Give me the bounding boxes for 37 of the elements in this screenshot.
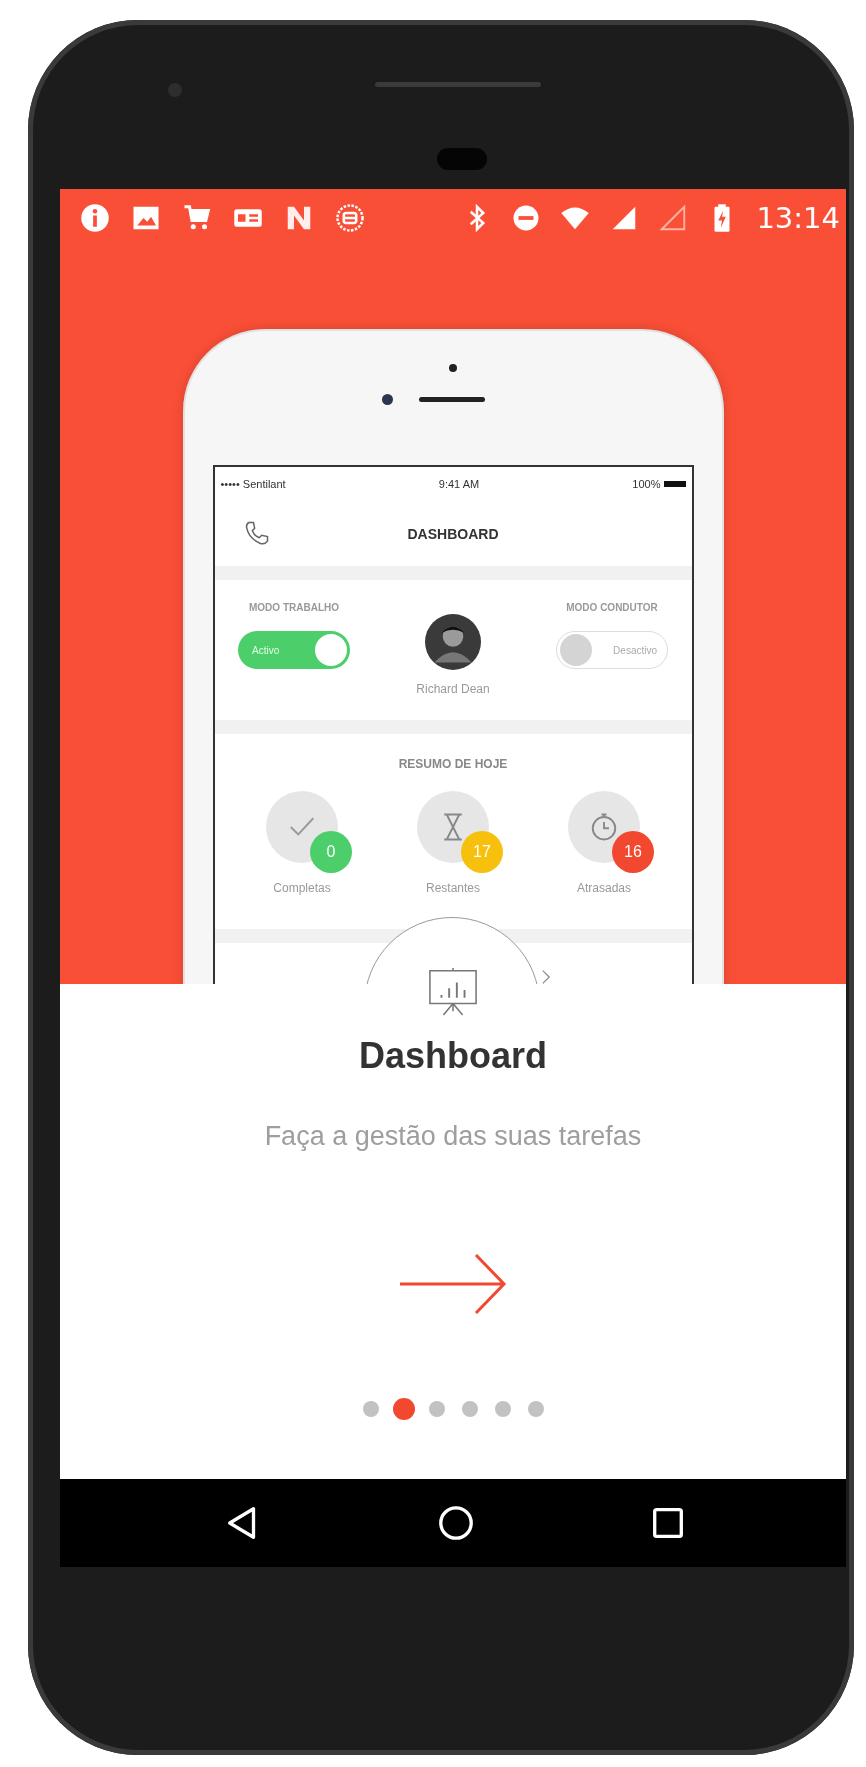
page-indicator-dot[interactable]: [527, 1401, 544, 1417]
clock: 9:41 AM: [438, 478, 480, 490]
front-camera: [381, 394, 393, 405]
count-badge: 0: [310, 831, 352, 873]
page-indicator-dot[interactable]: [428, 1401, 445, 1417]
screen-title: DASHBOARD: [407, 525, 499, 542]
page-indicator-dot[interactable]: [461, 1401, 478, 1417]
car-icon: [335, 203, 365, 233]
user-name: Richard Dean: [416, 682, 490, 696]
presentation-chart-icon: [426, 967, 480, 1017]
stat-label: Atrasadas: [577, 881, 631, 895]
mode-label: MODO CONDUTOR: [566, 602, 658, 613]
page-indicator-dot[interactable]: [392, 1398, 415, 1420]
arrow-right-icon[interactable]: [398, 1252, 508, 1316]
chevron-right-icon[interactable]: [540, 969, 551, 984]
stopwatch-icon: [589, 812, 619, 842]
page-indicator-dot[interactable]: [494, 1401, 511, 1417]
onboarding-subtitle: Faça a gestão das suas tarefas: [264, 1121, 642, 1152]
count-badge: 16: [612, 831, 654, 873]
count-badge: 17: [461, 831, 503, 873]
mode-label: MODO TRABALHO: [249, 602, 339, 613]
toggle-switch[interactable]: Desactivo: [556, 631, 668, 669]
battery-icon: [663, 481, 686, 487]
home-icon[interactable]: [437, 1504, 475, 1542]
page-indicator-dot[interactable]: [362, 1401, 379, 1417]
stat-label: Restantes: [426, 881, 480, 895]
battery-level: 100%: [632, 478, 661, 490]
carrier-label: ••••• Sentilant: [220, 478, 286, 490]
toggle-switch[interactable]: Activo: [238, 631, 350, 669]
info-icon: [80, 203, 110, 233]
sensor: [449, 364, 457, 372]
speaker-grille: [418, 397, 485, 402]
stat-label: Completas: [273, 881, 331, 895]
clock: 13:14: [756, 201, 840, 235]
earpiece: [437, 148, 487, 170]
onboarding-title: Dashboard: [358, 1035, 547, 1077]
section-title: RESUMO DE HOJE: [398, 757, 508, 771]
